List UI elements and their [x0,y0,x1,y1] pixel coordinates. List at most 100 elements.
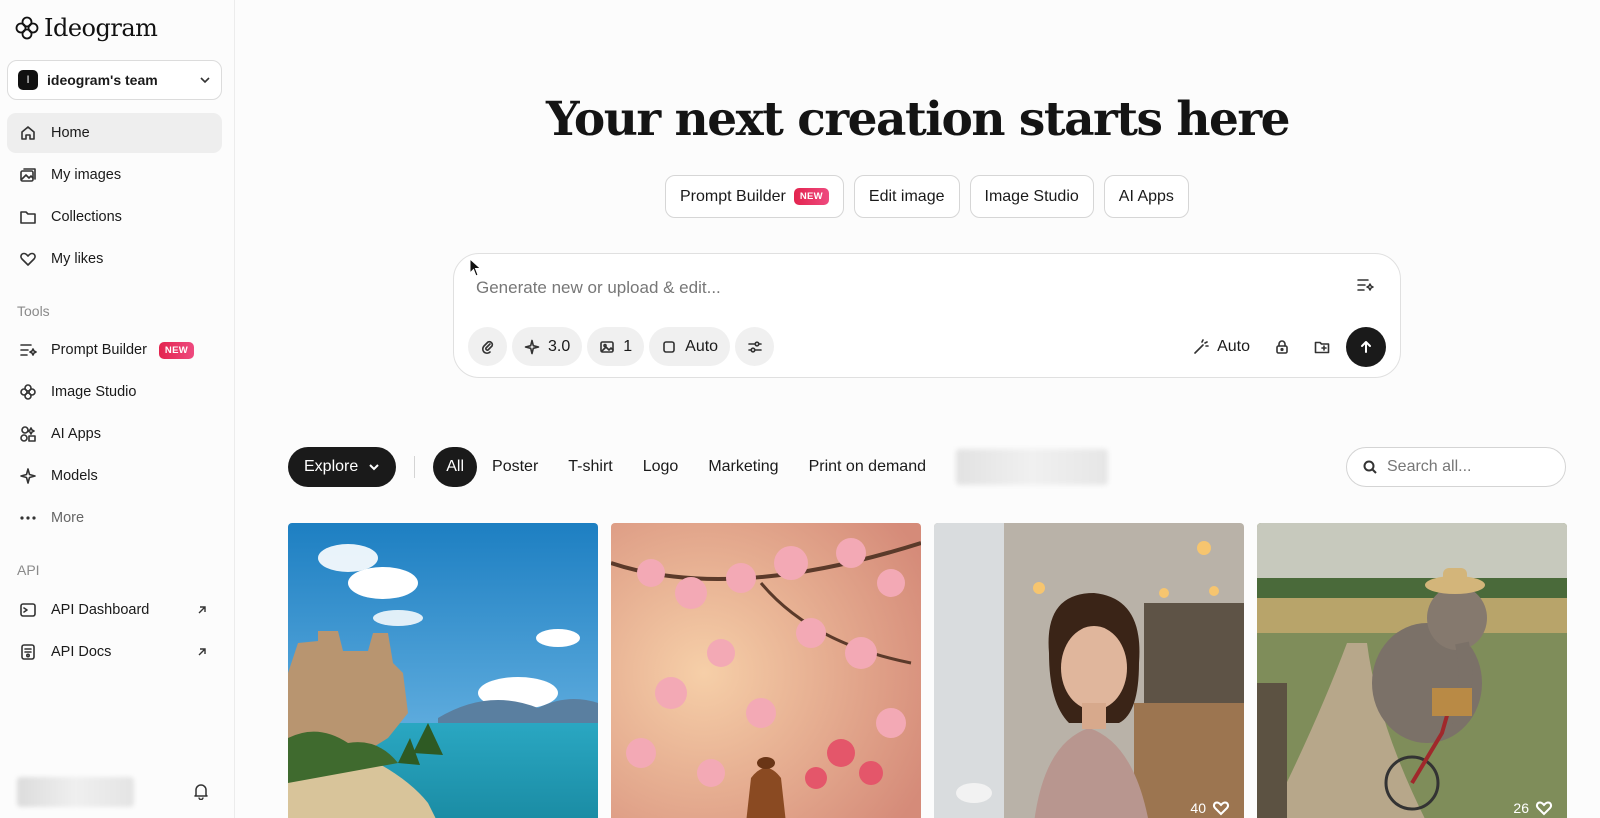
home-icon [19,124,37,142]
aspect-ratio-selector[interactable]: Auto [649,327,731,366]
category-tab-logo[interactable]: Logo [628,447,694,487]
save-to-collection-button[interactable] [1302,327,1342,366]
explore-dropdown[interactable]: Explore [288,447,397,487]
like-count-value: 40 [1190,800,1206,816]
sidebar-item-label: Models [51,468,98,484]
sidebar-item-api-docs[interactable]: API Docs [7,632,222,672]
model-version: 3.0 [548,337,571,355]
category-tab-poster[interactable]: Poster [477,447,553,487]
image-count-selector[interactable]: 1 [587,327,645,366]
ai-apps-icon [19,425,37,443]
image-count: 1 [623,337,633,355]
new-badge: NEW [793,188,829,205]
sidebar-item-label: API Dashboard [51,602,150,618]
image-gallery: 40 26 [288,523,1567,818]
aspect-ratio-value: Auto [685,337,719,355]
main-nav: Home My images Collections My likes [7,113,222,281]
sidebar-item-label: Home [51,125,90,141]
prompt-input[interactable] [476,272,1316,304]
sidebar-item-image-studio[interactable]: Image Studio [7,372,222,412]
sidebar-item-label: My likes [51,251,104,267]
search-input[interactable] [1387,458,1547,476]
lock-button[interactable] [1262,327,1302,366]
settings-sliders-button[interactable] [735,327,775,366]
heart-icon [1535,801,1553,816]
explore-label: Explore [304,458,359,475]
sparkle-icon [524,339,540,354]
generate-button[interactable] [1346,326,1386,367]
docs-icon [19,643,37,661]
gallery-image-card[interactable] [288,523,598,818]
quick-actions: Prompt Builder NEW Edit image Image Stud… [665,175,1189,218]
page-headline: Your next creation starts here [545,92,1291,147]
sidebar-item-home[interactable]: Home [7,113,222,153]
new-badge: NEW [158,341,194,359]
brand-logo[interactable]: Ideogram [14,14,158,42]
image-studio-icon [19,383,37,401]
sidebar: Ideogram I ideogram's team Home My image… [0,0,235,818]
sidebar-item-label: Image Studio [51,384,137,400]
sidebar-item-ai-apps[interactable]: AI Apps [7,414,222,454]
api-section-label: API [17,562,40,578]
sidebar-item-models[interactable]: Models [7,456,222,496]
search-icon [1363,460,1377,474]
prompt-builder-icon [19,341,37,359]
like-count[interactable]: 26 [1513,799,1553,817]
button-label: Edit image [868,187,945,205]
sidebar-item-more[interactable]: More [7,498,222,538]
sidebar-item-my-images[interactable]: My images [7,155,222,195]
sparkle-icon [19,467,37,485]
brand-name: Ideogram [44,14,158,42]
sidebar-item-api-dashboard[interactable]: API Dashboard [7,590,222,630]
like-count[interactable]: 40 [1190,799,1230,817]
sidebar-item-my-likes[interactable]: My likes [7,239,222,279]
external-link-icon [198,648,206,656]
external-link-icon [198,606,206,614]
prompt-builder-icon[interactable] [1356,276,1374,294]
edit-image-button[interactable]: Edit image [853,175,960,218]
magic-wand-icon [1193,327,1209,366]
api-nav: API Dashboard API Docs [7,590,222,674]
image-studio-button[interactable]: Image Studio [969,175,1094,218]
sidebar-item-label: API Docs [51,644,112,660]
gallery-search[interactable] [1346,447,1566,487]
gallery-image-card[interactable]: 40 [934,523,1244,818]
divider [414,456,416,478]
gallery-image-card[interactable] [611,523,921,818]
elephant-on-bicycle-image [1257,523,1567,818]
cherry-blossoms-image [611,523,921,818]
tools-nav: Prompt Builder NEW Image Studio AI Apps … [7,330,222,540]
model-selector[interactable]: 3.0 [512,327,583,366]
heart-icon [1212,801,1230,816]
account-menu-redacted[interactable] [17,777,134,807]
category-tab-marketing[interactable]: Marketing [693,447,793,487]
category-tab-all[interactable]: All [433,447,478,487]
prompt-actions: Auto [1181,326,1386,367]
more-dots-icon [19,509,37,527]
sliders-icon [747,340,762,353]
team-switcher[interactable]: I ideogram's team [7,60,222,100]
magic-prompt-toggle[interactable]: Auto [1181,327,1262,366]
lock-icon [1276,339,1288,354]
sidebar-item-prompt-builder[interactable]: Prompt Builder NEW [7,330,222,370]
ai-apps-button[interactable]: AI Apps [1103,175,1189,218]
attach-button[interactable] [468,327,507,366]
images-icon [19,166,37,184]
category-tab-tshirt[interactable]: T-shirt [553,447,627,487]
sidebar-item-label: My images [51,167,122,183]
aspect-ratio-icon [663,340,675,353]
gallery-image-card[interactable]: 26 [1257,523,1567,818]
bell-icon[interactable] [192,782,210,800]
category-tab-print-on-demand[interactable]: Print on demand [794,447,941,487]
prompt-builder-button[interactable]: Prompt Builder NEW [665,175,844,218]
button-label: Image Studio [984,187,1079,205]
mouse-cursor-icon [469,258,482,277]
tools-section-label: Tools [17,303,50,319]
chevron-down-icon [200,77,210,84]
chevron-down-icon [369,464,379,471]
heart-icon [19,250,37,268]
sidebar-item-collections[interactable]: Collections [7,197,222,237]
button-label: AI Apps [1118,187,1174,205]
terminal-icon [19,601,37,619]
category-tab-redacted[interactable] [955,449,1108,485]
